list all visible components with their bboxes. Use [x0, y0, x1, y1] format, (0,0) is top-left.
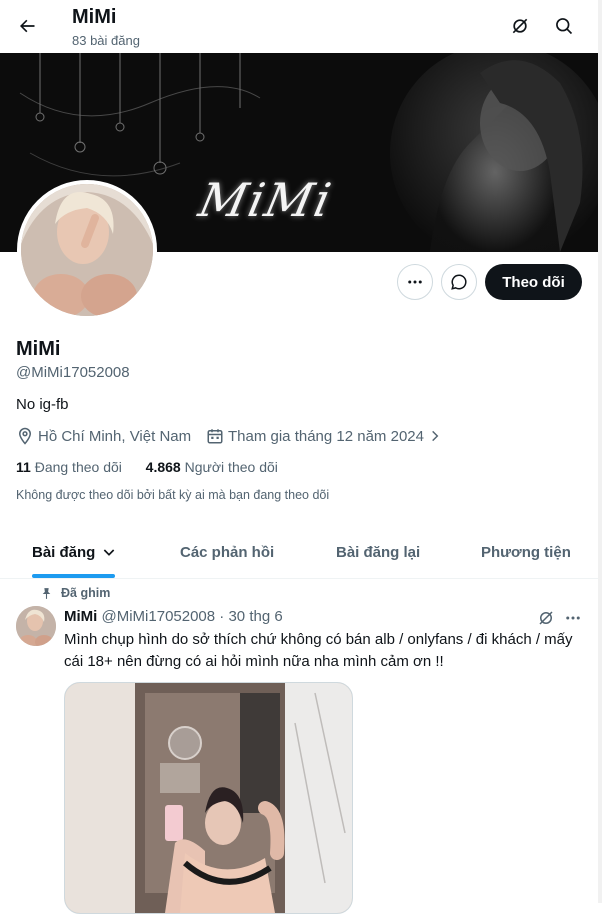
more-button[interactable] [397, 264, 433, 300]
profile-stats: 11 Đang theo dõi 4.868 Người theo dõi [16, 459, 278, 475]
arrow-left-icon [20, 19, 35, 33]
grok-button[interactable] [503, 9, 537, 43]
scrollbar[interactable] [598, 0, 602, 903]
more-icon [408, 280, 422, 284]
following-count: 11 [16, 459, 31, 475]
profile-bio: No ig-fb [16, 396, 69, 413]
joined-text: Tham gia tháng 12 năm 2024 [228, 427, 424, 445]
tweet-avatar-photo [16, 606, 56, 646]
chevron-down-icon [104, 549, 115, 556]
tweet-photo-content [65, 683, 352, 913]
location-pin-icon [18, 427, 32, 445]
grok-icon [539, 611, 553, 625]
grok-icon [512, 18, 528, 34]
tweet-author-handle[interactable]: @MiMi17052008 [102, 608, 216, 625]
follow-button[interactable]: Theo dõi [485, 264, 582, 300]
profile-name: MiMi [16, 338, 61, 360]
avatar-photo [21, 184, 153, 316]
tab-media[interactable]: Phương tiện [481, 526, 571, 578]
tab-replies[interactable]: Các phản hồi [180, 526, 274, 578]
followers-label: Người theo dõi [184, 459, 278, 475]
message-button[interactable] [441, 264, 477, 300]
tweet-grok-button[interactable] [535, 607, 557, 629]
following-link[interactable]: 11 Đang theo dõi [16, 459, 122, 475]
tweet-author-name[interactable]: MiMi [64, 608, 97, 625]
profile-handle: @MiMi17052008 [16, 364, 130, 381]
header-title: MiMi [72, 6, 117, 28]
tweet-media-photo[interactable] [64, 682, 353, 914]
tweet-avatar[interactable] [16, 606, 56, 646]
tweet-more-button[interactable] [562, 607, 584, 629]
more-icon [566, 616, 580, 620]
tab-posts-label: Bài đăng [32, 543, 96, 561]
tab-active-indicator [32, 574, 115, 578]
following-label: Đang theo dõi [34, 459, 122, 475]
tweet-date[interactable]: 30 thg 6 [228, 608, 282, 625]
pinned-label: Đã ghim [61, 586, 111, 600]
chevron-right-icon [432, 430, 439, 442]
banner-logo-text: MiMi [194, 173, 338, 227]
tweet-header: MiMi @MiMi17052008 · 30 thg 6 [64, 608, 283, 625]
message-icon [451, 274, 467, 290]
location-text: Hồ Chí Minh, Việt Nam [38, 427, 192, 445]
followed-by-notice: Không được theo dõi bởi bất kỳ ai mà bạn… [16, 488, 330, 502]
tweet-text: Mình chụp hình do sở thích chứ không có … [64, 631, 573, 670]
tab-reposts[interactable]: Bài đăng lại [336, 526, 420, 578]
pin-icon [42, 587, 51, 599]
top-bar: MiMi 83 bài đăng [0, 0, 602, 53]
calendar-icon [207, 429, 223, 444]
followers-count: 4.868 [145, 459, 181, 475]
header-post-count: 83 bài đăng [72, 33, 140, 48]
back-button[interactable] [10, 9, 44, 43]
followers-link[interactable]: 4.868 Người theo dõi [146, 459, 278, 475]
profile-joined[interactable]: Tham gia tháng 12 năm 2024 [206, 427, 442, 445]
pinned-indicator: Đã ghim [40, 586, 110, 600]
profile-tabs: Bài đăng Các phản hồi Bài đăng lại Phươn… [0, 526, 598, 579]
profile-location: Hồ Chí Minh, Việt Nam [16, 427, 191, 445]
search-button[interactable] [547, 9, 581, 43]
profile-avatar[interactable] [17, 180, 157, 320]
search-icon [556, 18, 573, 35]
tab-posts[interactable]: Bài đăng [32, 526, 117, 578]
tweet-separator: · [219, 608, 225, 625]
